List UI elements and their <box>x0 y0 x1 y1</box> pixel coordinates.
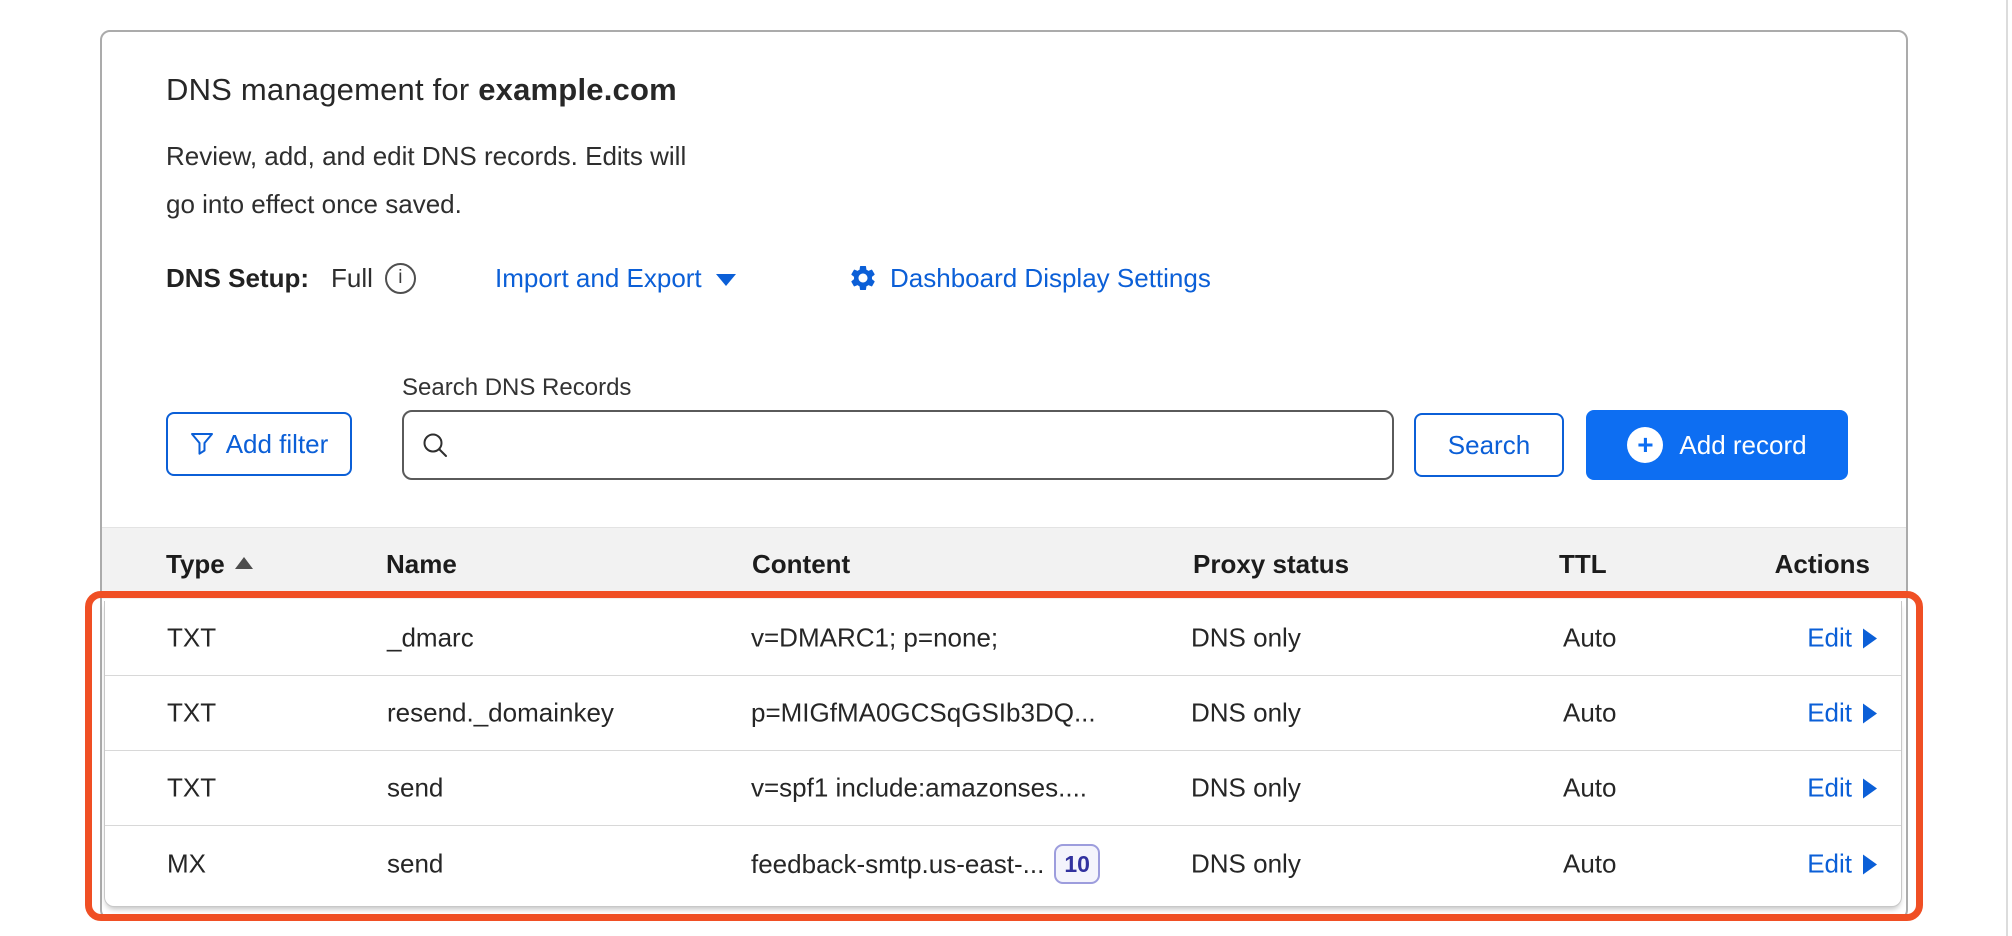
column-header-name-label: Name <box>386 549 457 580</box>
dns-setup-value: Full <box>331 263 373 294</box>
dns-management-card: DNS management for example.com Review, a… <box>100 30 1908 920</box>
search-button[interactable]: Search <box>1414 413 1564 477</box>
record-ttl: Auto <box>1563 623 1617 654</box>
record-name: resend._domainkey <box>387 698 614 729</box>
record-ttl: Auto <box>1563 849 1617 880</box>
import-export-label: Import and Export <box>495 263 702 294</box>
search-icon <box>420 430 450 460</box>
dashboard-display-settings-label: Dashboard Display Settings <box>890 263 1211 294</box>
edit-label: Edit <box>1807 698 1852 729</box>
chevron-down-icon <box>716 274 736 286</box>
plus-circle-icon: + <box>1627 427 1663 463</box>
column-header-content-label: Content <box>752 549 850 580</box>
edit-label: Edit <box>1807 623 1852 654</box>
record-content-text: feedback-smtp.us-east-... <box>751 849 1044 880</box>
page-title-prefix: DNS management for <box>166 72 478 107</box>
mx-priority-badge: 10 <box>1054 844 1100 884</box>
edit-arrow-icon <box>1863 703 1877 723</box>
dns-management-screen: DNS management for example.com Review, a… <box>0 0 2012 936</box>
edit-record-link[interactable]: Edit <box>1807 623 1877 654</box>
record-proxy-status: DNS only <box>1191 623 1301 654</box>
edit-record-link[interactable]: Edit <box>1807 698 1877 729</box>
record-ttl: Auto <box>1563 698 1617 729</box>
edit-label: Edit <box>1807 773 1852 804</box>
filter-funnel-icon <box>190 432 214 456</box>
record-type: TXT <box>167 623 216 654</box>
table-row: MX send feedback-smtp.us-east-... 10 DNS… <box>105 826 1901 902</box>
column-header-type-label: Type <box>166 549 225 580</box>
edit-arrow-icon <box>1863 854 1877 874</box>
search-field-label: Search DNS Records <box>402 374 631 402</box>
record-type: MX <box>167 849 206 880</box>
record-content: v=spf1 include:amazonses.... <box>751 773 1087 804</box>
add-filter-label: Add filter <box>226 429 329 460</box>
info-icon[interactable]: i <box>385 263 416 294</box>
page-subtitle: Review, add, and edit DNS records. Edits… <box>166 132 686 228</box>
record-type: TXT <box>167 773 216 804</box>
record-type: TXT <box>167 698 216 729</box>
record-content: feedback-smtp.us-east-... 10 <box>751 844 1100 884</box>
column-header-ttl[interactable]: TTL <box>1559 528 1607 600</box>
page-title: DNS management for example.com <box>166 72 677 108</box>
record-name: _dmarc <box>387 623 474 654</box>
table-row: TXT send v=spf1 include:amazonses.... DN… <box>105 751 1901 826</box>
viewport-edge-divider <box>2006 0 2008 936</box>
edit-arrow-icon <box>1863 628 1877 648</box>
column-header-actions: Actions <box>1775 528 1870 600</box>
table-header-row: Type Name Content Proxy status TTL Actio… <box>102 527 1906 599</box>
column-header-ttl-label: TTL <box>1559 549 1607 580</box>
sort-ascending-icon <box>235 557 253 569</box>
record-proxy-status: DNS only <box>1191 698 1301 729</box>
add-record-label: Add record <box>1679 430 1806 461</box>
gear-icon <box>848 263 878 293</box>
edit-record-link[interactable]: Edit <box>1807 773 1877 804</box>
record-proxy-status: DNS only <box>1191 849 1301 880</box>
record-proxy-status: DNS only <box>1191 773 1301 804</box>
add-filter-button[interactable]: Add filter <box>166 412 352 476</box>
column-header-proxy-status-label: Proxy status <box>1193 549 1349 580</box>
record-ttl: Auto <box>1563 773 1617 804</box>
record-name: send <box>387 773 443 804</box>
column-header-content[interactable]: Content <box>752 528 850 600</box>
dashboard-display-settings-link[interactable]: Dashboard Display Settings <box>848 256 1211 300</box>
column-header-name[interactable]: Name <box>386 528 457 600</box>
subtitle-line-1: Review, add, and edit DNS records. Edits… <box>166 132 686 180</box>
record-content: v=DMARC1; p=none; <box>751 623 998 654</box>
column-header-actions-label: Actions <box>1775 549 1870 580</box>
search-input-container <box>402 410 1394 480</box>
import-export-link[interactable]: Import and Export <box>495 256 736 300</box>
edit-label: Edit <box>1807 849 1852 880</box>
table-row: TXT _dmarc v=DMARC1; p=none; DNS only Au… <box>105 601 1901 676</box>
edit-arrow-icon <box>1863 778 1877 798</box>
column-header-type[interactable]: Type <box>166 528 253 600</box>
dns-records-table-body: TXT _dmarc v=DMARC1; p=none; DNS only Au… <box>104 601 1902 907</box>
dns-setup-label: DNS Setup: <box>166 263 309 294</box>
record-name: send <box>387 849 443 880</box>
table-row: TXT resend._domainkey p=MIGfMA0GCSqGSIb3… <box>105 676 1901 751</box>
dns-setup-row: DNS Setup: Full i <box>166 256 416 300</box>
edit-record-link[interactable]: Edit <box>1807 849 1877 880</box>
add-record-button[interactable]: + Add record <box>1586 410 1848 480</box>
column-header-proxy-status[interactable]: Proxy status <box>1193 528 1349 600</box>
record-content: p=MIGfMA0GCSqGSIb3DQ... <box>751 698 1096 729</box>
subtitle-line-2: go into effect once saved. <box>166 180 686 228</box>
domain-name: example.com <box>478 72 677 107</box>
search-button-label: Search <box>1448 430 1530 461</box>
search-input[interactable] <box>462 430 1376 461</box>
